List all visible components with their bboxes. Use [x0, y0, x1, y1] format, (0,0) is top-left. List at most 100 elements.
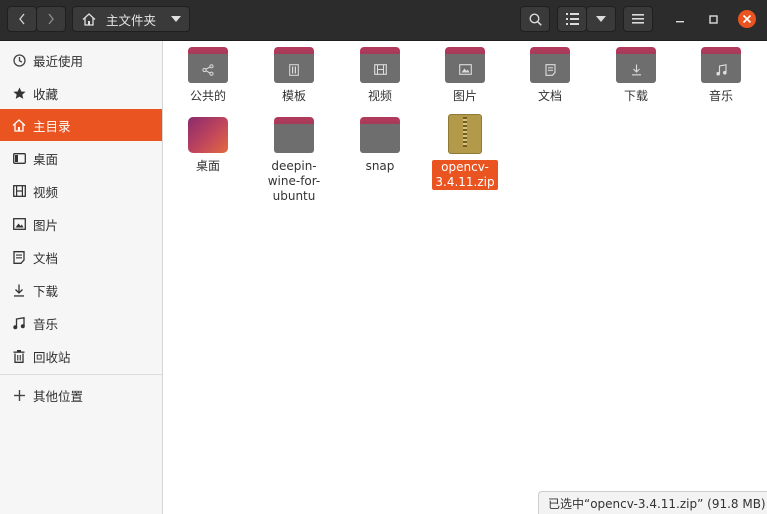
film-icon — [12, 184, 26, 198]
file-item[interactable]: 文档 — [510, 47, 590, 104]
folder-icon — [701, 47, 741, 83]
file-item[interactable]: 公共的 — [168, 47, 248, 104]
sidebar-item-starred[interactable]: 收藏 — [0, 77, 162, 109]
music-icon — [715, 63, 727, 75]
home-icon — [82, 12, 96, 26]
sidebar-item-label: 桌面 — [33, 151, 59, 167]
file-item[interactable]: 下载 — [596, 47, 676, 104]
file-name: 文档 — [537, 89, 562, 103]
back-button[interactable] — [7, 6, 37, 32]
file-item-selected[interactable]: opencv- 3.4.11.zip — [425, 114, 505, 190]
sidebar-item-downloads[interactable]: 下载 — [0, 274, 162, 306]
file-item[interactable]: 桌面 — [168, 117, 248, 174]
list-view-icon — [565, 13, 579, 25]
folder-icon — [274, 47, 314, 83]
folder-icon — [360, 47, 400, 83]
path-label: 主文件夹 — [106, 12, 157, 28]
view-list-button[interactable] — [557, 6, 587, 32]
desktop-folder-icon — [188, 117, 228, 153]
document-icon — [12, 250, 26, 264]
sidebar-item-label: 收藏 — [33, 86, 59, 102]
file-name: opencv- 3.4.11.zip — [432, 160, 498, 190]
sidebar: 最近使用 收藏 主目录 桌面 视频 图片 文档 下载 音乐 回收站 其他位置 — [0, 41, 163, 514]
folder-icon — [530, 47, 570, 83]
file-item[interactable]: snap — [340, 117, 420, 174]
chevron-down-icon — [596, 16, 606, 22]
file-item[interactable]: 音乐 — [681, 47, 761, 104]
sidebar-item-desktop[interactable]: 桌面 — [0, 142, 162, 174]
star-icon — [12, 86, 26, 100]
forward-button[interactable] — [36, 6, 66, 32]
search-icon — [528, 12, 542, 26]
sidebar-divider — [0, 374, 162, 375]
download-icon — [12, 283, 26, 297]
home-icon — [12, 118, 26, 132]
image-icon — [458, 64, 472, 75]
share-icon — [202, 63, 214, 76]
file-name: 视频 — [367, 89, 392, 103]
close-icon — [738, 10, 756, 28]
folder-icon — [616, 47, 656, 83]
folder-icon — [274, 117, 314, 153]
sidebar-item-documents[interactable]: 文档 — [0, 241, 162, 273]
sidebar-item-label: 视频 — [33, 184, 59, 200]
close-button[interactable] — [737, 9, 757, 29]
sidebar-item-label: 下载 — [33, 283, 59, 299]
sidebar-item-label: 文档 — [33, 250, 59, 266]
folder-icon — [445, 47, 485, 83]
view-options-button[interactable] — [586, 6, 616, 32]
file-name: 桌面 — [195, 159, 220, 173]
file-name: 图片 — [452, 89, 477, 103]
file-name: 公共的 — [189, 89, 226, 103]
music-icon — [12, 316, 26, 330]
search-button[interactable] — [520, 6, 550, 32]
chevron-left-icon — [19, 13, 25, 25]
chevron-right-icon — [48, 13, 54, 25]
zip-archive-icon — [448, 114, 482, 154]
sidebar-item-music[interactable]: 音乐 — [0, 307, 162, 339]
sidebar-item-videos[interactable]: 视频 — [0, 175, 162, 207]
file-name: deepin- wine-for- ubuntu — [267, 159, 321, 203]
sidebar-item-label: 主目录 — [33, 118, 71, 134]
header-bar: 主文件夹 — [0, 0, 767, 41]
file-item[interactable]: 视频 — [340, 47, 420, 104]
file-item[interactable]: deepin- wine-for- ubuntu — [254, 117, 334, 204]
sidebar-item-home[interactable]: 主目录 — [0, 109, 162, 141]
file-name: 音乐 — [708, 89, 733, 103]
folder-icon — [360, 117, 400, 153]
file-name: snap — [365, 159, 395, 173]
sidebar-item-label: 其他位置 — [33, 388, 84, 404]
sidebar-item-label: 最近使用 — [33, 53, 84, 69]
sidebar-item-trash[interactable]: 回收站 — [0, 340, 162, 372]
minimize-button[interactable] — [670, 9, 690, 29]
sidebar-item-label: 音乐 — [33, 316, 59, 332]
film-icon — [373, 64, 387, 75]
download-icon — [631, 64, 641, 75]
menu-button[interactable] — [623, 6, 653, 32]
plus-icon — [12, 388, 26, 402]
desktop-icon — [12, 151, 26, 165]
file-name: 下载 — [623, 89, 648, 103]
folder-icon — [188, 47, 228, 83]
maximize-icon — [708, 14, 718, 24]
trash-icon — [12, 349, 26, 363]
minimize-icon — [676, 21, 684, 23]
status-text: 已选中“opencv-3.4.11.zip” (91.8 MB) — [548, 496, 766, 511]
maximize-button[interactable] — [703, 9, 723, 29]
sidebar-item-pictures[interactable]: 图片 — [0, 208, 162, 240]
sidebar-item-label: 图片 — [33, 217, 59, 233]
clock-icon — [12, 53, 26, 67]
template-icon — [289, 63, 299, 76]
path-bar-home[interactable]: 主文件夹 — [72, 6, 190, 32]
image-icon — [12, 217, 26, 231]
file-name: 模板 — [281, 89, 306, 103]
chevron-down-icon — [171, 16, 181, 22]
status-bar: 已选中“opencv-3.4.11.zip” (91.8 MB) — [538, 491, 767, 514]
file-item[interactable]: 图片 — [425, 47, 505, 104]
document-icon — [544, 63, 556, 76]
sidebar-item-other-locations[interactable]: 其他位置 — [0, 379, 162, 411]
file-item[interactable]: 模板 — [254, 47, 334, 104]
file-grid: 公共的 模板 视频 图片 文档 下载 音乐 桌面 deepin- wine-fo… — [163, 41, 767, 514]
sidebar-item-recent[interactable]: 最近使用 — [0, 44, 162, 76]
hamburger-icon — [632, 14, 644, 24]
